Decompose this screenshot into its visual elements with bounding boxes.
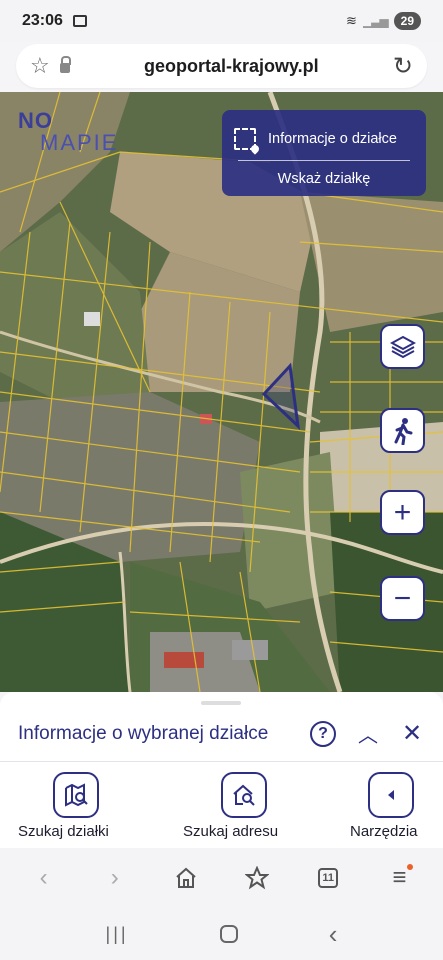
tabs-icon: 11 bbox=[318, 868, 339, 888]
bookmark-star-icon[interactable] bbox=[237, 858, 277, 898]
browser-toolbar: ‹ › 11 ≡ bbox=[0, 848, 443, 908]
divider bbox=[238, 160, 410, 161]
show-parcel-button[interactable]: Wskaż działkę bbox=[222, 171, 426, 187]
home-search-icon bbox=[220, 772, 267, 818]
status-time: 23:06 bbox=[22, 12, 63, 29]
help-icon[interactable]: ? bbox=[310, 720, 336, 747]
map-search-icon bbox=[53, 772, 100, 818]
search-parcel-button[interactable]: Szukaj działki bbox=[18, 772, 109, 840]
tools-button[interactable]: Narzędzia bbox=[350, 772, 418, 840]
walk-icon bbox=[394, 417, 412, 445]
triangle-left-icon bbox=[367, 772, 414, 818]
system-home-icon[interactable] bbox=[219, 925, 238, 943]
signal-icon: ▁▃▅ bbox=[362, 14, 389, 28]
street-view-button[interactable] bbox=[380, 408, 425, 453]
notification-dot bbox=[407, 864, 414, 870]
system-nav-bar: ||| ‹ bbox=[0, 908, 443, 960]
parcel-info-panel: Informacje o działce Wskaż działkę bbox=[222, 110, 426, 196]
system-back-icon[interactable]: ‹ bbox=[329, 919, 338, 950]
reload-icon[interactable]: ↻ bbox=[393, 52, 413, 81]
close-icon[interactable]: ✕ bbox=[402, 719, 422, 748]
logo-text-mapie: MAPIE bbox=[40, 130, 119, 155]
map-view[interactable]: NO MAPIE Informacje o działce Wskaż dzia… bbox=[0, 92, 443, 692]
parcel-info-title: Informacje o działce bbox=[268, 131, 397, 147]
search-parcel-label: Szukaj działki bbox=[18, 823, 109, 840]
layers-icon bbox=[389, 335, 416, 358]
tabs-button[interactable]: 11 bbox=[308, 858, 348, 898]
chevron-up-icon[interactable]: ︿ bbox=[358, 719, 378, 748]
star-icon[interactable]: ☆ bbox=[30, 53, 50, 79]
layers-button[interactable] bbox=[380, 324, 425, 369]
recent-apps-icon[interactable]: ||| bbox=[106, 924, 129, 945]
minus-icon: − bbox=[393, 581, 412, 615]
search-address-button[interactable]: Szukaj adresu bbox=[183, 772, 278, 840]
select-area-icon bbox=[234, 128, 256, 150]
plus-icon: + bbox=[393, 495, 412, 529]
tools-row: Szukaj działki Szukaj adresu Narzędzia bbox=[0, 772, 443, 842]
search-address-label: Szukaj adresu bbox=[183, 823, 279, 840]
tools-label: Narzędzia bbox=[350, 823, 418, 840]
menu-icon[interactable]: ≡ bbox=[379, 858, 419, 898]
url-bar[interactable]: ☆ geoportal-krajowy.pl ↻ bbox=[16, 44, 427, 88]
zoom-in-button[interactable]: + bbox=[380, 490, 425, 535]
battery-icon: 29 bbox=[393, 12, 421, 30]
sheet-header: Informacje o wybranej działce ? ︿ ✕ bbox=[0, 706, 443, 762]
bottom-sheet: Informacje o wybranej działce ? ︿ ✕ Szuk… bbox=[0, 692, 443, 848]
forward-icon[interactable]: › bbox=[95, 858, 135, 898]
back-icon[interactable]: ‹ bbox=[24, 858, 64, 898]
lock-icon[interactable] bbox=[59, 56, 71, 73]
screenshot-icon bbox=[72, 15, 87, 27]
zoom-out-button[interactable]: − bbox=[380, 576, 425, 621]
status-bar: 23:06 ≋ ▁▃▅ 29 bbox=[0, 0, 443, 42]
parcel-info-button[interactable]: Informacje o działce bbox=[222, 110, 426, 156]
url-text[interactable]: geoportal-krajowy.pl bbox=[70, 56, 393, 77]
status-indicators: ≋ ▁▃▅ 29 bbox=[346, 12, 421, 30]
wifi-icon: ≋ bbox=[346, 13, 357, 28]
home-icon[interactable] bbox=[166, 858, 206, 898]
sheet-drag-handle[interactable] bbox=[201, 701, 241, 705]
sheet-title[interactable]: Informacje o wybranej działce bbox=[18, 723, 280, 745]
